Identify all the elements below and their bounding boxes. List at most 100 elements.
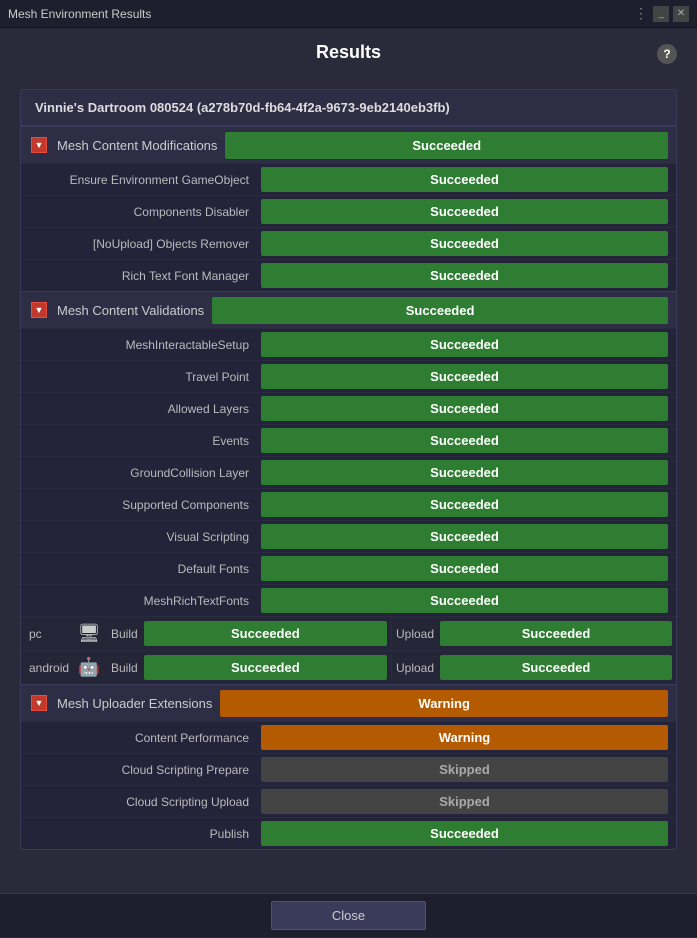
toggle-box: ▼ (31, 695, 47, 711)
platform-group-android: android 🤖 Build Succeeded Upload Succeed… (21, 650, 676, 684)
result-row: Supported Components Succeeded (21, 488, 676, 520)
row-status: Skipped (261, 789, 668, 814)
build-status: Succeeded (144, 655, 387, 680)
minimize-button[interactable]: _ (653, 6, 669, 22)
row-status: Succeeded (261, 821, 668, 846)
row-label: MeshRichTextFonts (21, 587, 261, 615)
row-label: Default Fonts (21, 555, 261, 583)
section-status-mesh-content-validations: Succeeded (212, 297, 668, 324)
row-status: Succeeded (261, 231, 668, 256)
row-label: Components Disabler (21, 198, 261, 226)
row-label: Publish (21, 820, 261, 848)
result-row: [NoUpload] Objects Remover Succeeded (21, 227, 676, 259)
section-label-mesh-content-validations: Mesh Content Validations (57, 303, 212, 318)
result-row: Rich Text Font Manager Succeeded (21, 259, 676, 291)
platform-upload-cell: Upload Succeeded (392, 617, 676, 650)
result-row: MeshRichTextFonts Succeeded (21, 584, 676, 616)
row-label: Cloud Scripting Upload (21, 788, 261, 816)
section-status-uploader-extensions: Warning (220, 690, 668, 717)
room-header: Vinnie's Dartroom 080524 (a278b70d-fb64-… (21, 90, 676, 126)
row-status: Succeeded (261, 556, 668, 581)
section-header-mesh-content-validations: ▼ Mesh Content Validations Succeeded (21, 291, 676, 328)
row-status: Succeeded (261, 167, 668, 192)
upload-label: Upload (396, 661, 434, 675)
platform-name-android: android (21, 651, 71, 684)
title-bar: Mesh Environment Results ⋮ _ ✕ (0, 0, 697, 28)
section-header-uploader-extensions: ▼ Mesh Uploader Extensions Warning (21, 684, 676, 721)
build-label: Build (111, 627, 138, 641)
row-status: Succeeded (261, 364, 668, 389)
page-title: Results (316, 42, 381, 62)
platform-icon-android: 🤖 (71, 651, 107, 684)
result-row: Publish Succeeded (21, 817, 676, 849)
section-label-mesh-content-modifications: Mesh Content Modifications (57, 138, 225, 153)
row-status: Succeeded (261, 263, 668, 288)
result-row: Default Fonts Succeeded (21, 552, 676, 584)
row-label: MeshInteractableSetup (21, 331, 261, 359)
row-status: Warning (261, 725, 668, 750)
build-label: Build (111, 661, 138, 675)
platform-name-pc: pc (21, 617, 71, 650)
platform-icon-pc: 🖥 (71, 617, 107, 650)
title-bar-controls: ⋮ _ ✕ (634, 5, 689, 22)
result-row: GroundCollision Layer Succeeded (21, 456, 676, 488)
upload-status: Succeeded (440, 655, 672, 680)
close-window-button[interactable]: ✕ (673, 6, 689, 22)
result-row: Travel Point Succeeded (21, 360, 676, 392)
row-label: Ensure Environment GameObject (21, 166, 261, 194)
more-options-icon[interactable]: ⋮ (634, 5, 649, 22)
platform-build-cell: Build Succeeded (107, 617, 391, 650)
result-row: Cloud Scripting Upload Skipped (21, 785, 676, 817)
close-button[interactable]: Close (271, 901, 426, 930)
result-row: Cloud Scripting Prepare Skipped (21, 753, 676, 785)
upload-label: Upload (396, 627, 434, 641)
row-label: Events (21, 427, 261, 455)
row-label: Rich Text Font Manager (21, 262, 261, 290)
result-row: Ensure Environment GameObject Succeeded (21, 163, 676, 195)
row-label: Cloud Scripting Prepare (21, 756, 261, 784)
title-bar-title: Mesh Environment Results (8, 7, 151, 21)
platform-group-pc: pc 🖥 Build Succeeded Upload Succeeded (21, 616, 676, 650)
build-status: Succeeded (144, 621, 387, 646)
result-row: Allowed Layers Succeeded (21, 392, 676, 424)
platform-upload-cell: Upload Succeeded (392, 651, 676, 684)
row-status: Succeeded (261, 332, 668, 357)
row-label: Allowed Layers (21, 395, 261, 423)
bottom-bar: Close (0, 893, 697, 937)
row-status: Succeeded (261, 492, 668, 517)
row-status: Succeeded (261, 588, 668, 613)
title-bar-left: Mesh Environment Results (8, 7, 151, 21)
row-label: Travel Point (21, 363, 261, 391)
section-label-uploader-extensions: Mesh Uploader Extensions (57, 696, 220, 711)
result-row: Events Succeeded (21, 424, 676, 456)
upload-status: Succeeded (440, 621, 672, 646)
row-status: Succeeded (261, 460, 668, 485)
row-status: Succeeded (261, 428, 668, 453)
section-status-mesh-content-modifications: Succeeded (225, 132, 668, 159)
row-status: Succeeded (261, 396, 668, 421)
result-row: Content Performance Warning (21, 721, 676, 753)
row-label: Visual Scripting (21, 523, 261, 551)
platform-cells-pc: Build Succeeded Upload Succeeded (107, 617, 676, 650)
row-status: Skipped (261, 757, 668, 782)
row-status: Succeeded (261, 199, 668, 224)
section-toggle-uploader-extensions[interactable]: ▼ (21, 685, 57, 721)
result-row: Components Disabler Succeeded (21, 195, 676, 227)
row-label: Content Performance (21, 724, 261, 752)
result-row: MeshInteractableSetup Succeeded (21, 328, 676, 360)
platform-cells-android: Build Succeeded Upload Succeeded (107, 651, 676, 684)
toggle-box: ▼ (31, 137, 47, 153)
section-header-mesh-content-modifications: ▼ Mesh Content Modifications Succeeded (21, 126, 676, 163)
results-card: Vinnie's Dartroom 080524 (a278b70d-fb64-… (20, 89, 677, 850)
toggle-box: ▼ (31, 302, 47, 318)
row-label: [NoUpload] Objects Remover (21, 230, 261, 258)
result-row: Visual Scripting Succeeded (21, 520, 676, 552)
row-label: GroundCollision Layer (21, 459, 261, 487)
help-icon[interactable]: ? (657, 44, 677, 64)
section-toggle-mesh-content-modifications[interactable]: ▼ (21, 127, 57, 163)
platform-build-cell: Build Succeeded (107, 651, 391, 684)
row-status: Succeeded (261, 524, 668, 549)
main-container: Vinnie's Dartroom 080524 (a278b70d-fb64-… (0, 73, 697, 938)
row-label: Supported Components (21, 491, 261, 519)
section-toggle-mesh-content-validations[interactable]: ▼ (21, 292, 57, 328)
